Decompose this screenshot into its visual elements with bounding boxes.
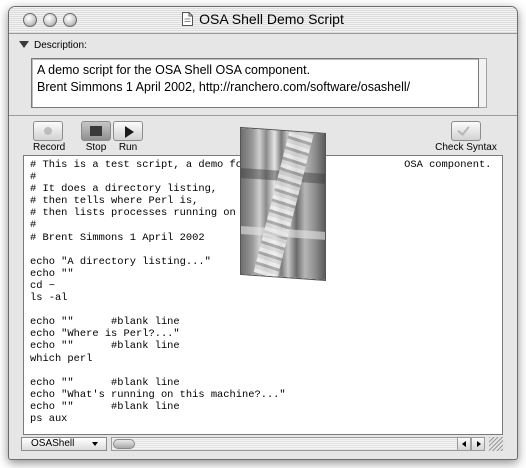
record-dot-icon bbox=[44, 127, 52, 135]
window-title-container: OSA Shell Demo Script bbox=[9, 11, 517, 27]
arrow-right-icon bbox=[477, 441, 481, 447]
window-title: OSA Shell Demo Script bbox=[199, 11, 344, 27]
description-line-1: A demo script for the OSA Shell OSA comp… bbox=[37, 63, 311, 77]
record-label: Record bbox=[33, 142, 66, 153]
check-syntax-button[interactable] bbox=[451, 121, 481, 141]
overlay-photo bbox=[241, 128, 325, 280]
record-button[interactable] bbox=[33, 121, 63, 141]
arrow-left-icon bbox=[462, 441, 466, 447]
checkmark-icon bbox=[457, 123, 470, 136]
horizontal-scrollbar[interactable] bbox=[111, 437, 485, 451]
divider bbox=[9, 115, 517, 116]
language-popup[interactable]: OSAShell bbox=[21, 437, 107, 451]
scroll-thumb[interactable] bbox=[113, 439, 135, 449]
script-document-icon bbox=[182, 12, 194, 26]
stop-label: Stop bbox=[85, 142, 107, 153]
scroll-left-button[interactable] bbox=[457, 437, 471, 451]
description-label: Description: bbox=[34, 40, 87, 51]
check-syntax-label: Check Syntax bbox=[435, 142, 497, 153]
description-disclosure[interactable]: Description: bbox=[19, 40, 87, 51]
stop-button[interactable] bbox=[81, 121, 111, 141]
description-scrollbar[interactable] bbox=[479, 58, 487, 108]
title-bar[interactable]: OSA Shell Demo Script bbox=[9, 7, 517, 34]
run-button[interactable] bbox=[113, 121, 143, 141]
description-field[interactable]: A demo script for the OSA Shell OSA comp… bbox=[31, 58, 479, 108]
resize-grip-icon[interactable] bbox=[489, 437, 503, 451]
description-line-2: Brent Simmons 1 April 2002, http://ranch… bbox=[37, 80, 411, 94]
stop-square-icon bbox=[90, 126, 102, 136]
play-triangle-icon bbox=[125, 126, 134, 138]
triangle-down-icon[interactable] bbox=[19, 41, 29, 48]
scroll-right-button[interactable] bbox=[471, 437, 485, 451]
script-window: OSA Shell Demo Script Description: A dem… bbox=[8, 6, 518, 460]
language-popup-label: OSAShell bbox=[31, 438, 75, 449]
run-label: Run bbox=[118, 142, 138, 153]
chevron-down-icon bbox=[92, 442, 98, 446]
photo-stripe bbox=[250, 128, 316, 280]
